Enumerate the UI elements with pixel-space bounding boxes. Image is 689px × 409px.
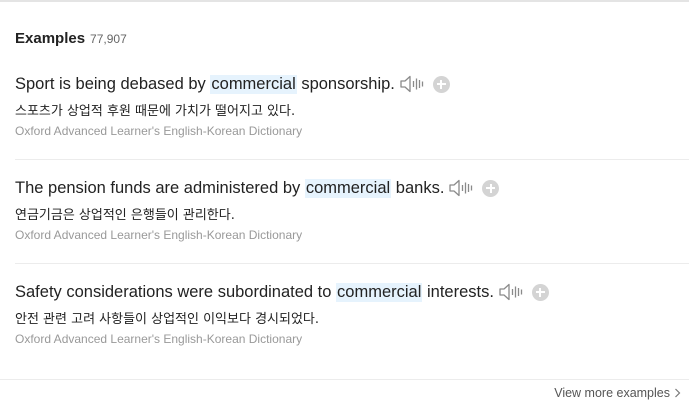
sentence-text: banks. [391,178,445,197]
top-divider [0,0,689,2]
keyword-highlight: commercial [304,178,392,198]
keyword-highlight: commercial [336,282,423,302]
example-translation: 안전 관련 고려 사항들이 상업적인 이익보다 경시되었다. [15,312,320,327]
examples-title: Examples [15,30,86,47]
examples-count: 77,907 [90,32,127,46]
example-divider [15,159,689,160]
example-sentence: The pension funds are administered by co… [15,177,689,199]
plus-circle-icon[interactable] [432,75,450,93]
speaker-icon[interactable] [448,179,474,197]
view-more-label: View more examples [554,386,670,400]
example-sentence: Safety considerations were subordinated … [15,281,689,303]
plus-circle-icon[interactable] [482,179,500,197]
view-more-examples-link[interactable]: View more examples [554,386,681,400]
example-source: Oxford Advanced Learner's English-Korean… [15,124,303,138]
sentence-text: Safety considerations were subordinated … [15,282,337,301]
sentence-text: The pension funds are administered by [15,178,305,197]
example-item: Safety considerations were subordinated … [15,281,689,346]
example-sentence: Sport is being debased by commercial spo… [15,73,689,95]
example-item: Sport is being debased by commercial spo… [15,73,689,138]
sentence-text: Sport is being debased by [15,74,211,93]
sentence-text: sponsorship. [296,74,395,93]
example-source: Oxford Advanced Learner's English-Korean… [15,228,303,242]
example-translation: 스포츠가 상업적 후원 때문에 가치가 떨어지고 있다. [15,104,296,119]
example-translation: 연금기금은 상업적인 은행들이 관리한다. [15,208,235,223]
footer-divider [0,379,689,380]
chevron-right-icon [675,388,681,398]
examples-header: Examples 77,907 [15,30,127,47]
example-divider [15,263,689,264]
keyword-highlight: commercial [210,74,297,94]
speaker-icon[interactable] [399,75,425,93]
example-item: The pension funds are administered by co… [15,177,689,242]
sentence-text: interests. [422,282,494,301]
speaker-icon[interactable] [498,283,524,301]
plus-circle-icon[interactable] [531,283,549,301]
example-source: Oxford Advanced Learner's English-Korean… [15,332,303,346]
